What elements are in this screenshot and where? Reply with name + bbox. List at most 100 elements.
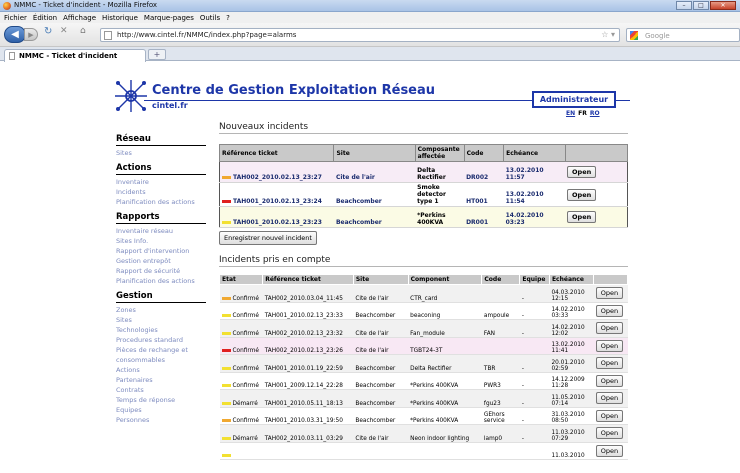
sidebar-link[interactable]: Temps de réponse xyxy=(116,395,206,405)
menu-edition[interactable]: Édition xyxy=(33,14,57,22)
register-incident-button[interactable]: Enregistrer nouvel incident xyxy=(219,231,317,245)
open-button[interactable]: Open xyxy=(595,357,624,370)
sidebar-link[interactable]: Inventaire xyxy=(116,177,206,187)
minimize-button[interactable]: – xyxy=(676,1,692,10)
menu-fichier[interactable]: Fichier xyxy=(4,14,27,22)
column-header: Référence ticket xyxy=(262,274,354,285)
google-icon[interactable] xyxy=(630,31,638,40)
open-button[interactable]: Open xyxy=(595,374,624,387)
menu-help[interactable]: ? xyxy=(226,14,230,22)
open-button[interactable]: Open xyxy=(595,427,624,440)
incident-row[interactable]: Démarré TAH001_2010.05.11_18:13 Beachcombe… xyxy=(219,389,628,408)
close-button[interactable]: ✕ xyxy=(710,1,736,10)
ticket-ref-cell[interactable]: TAH001_2010.02.13_23:24 xyxy=(219,182,334,207)
sidebar-link[interactable]: Contrats xyxy=(116,385,206,395)
address-bar[interactable]: http://www.cintel.fr/NMMC/index.php?page… xyxy=(100,28,620,42)
incident-row[interactable]: Démarré TAH002_2010.03.11_03:29 Cite de l'… xyxy=(219,424,628,443)
ticket-ref-cell[interactable]: TAH002_2010.02.13_23:32 xyxy=(262,319,354,338)
sidebar-link[interactable]: Equipes xyxy=(116,405,206,415)
lang-ro[interactable]: RO xyxy=(590,110,600,117)
menu-historique[interactable]: Historique xyxy=(102,14,138,22)
ticket-ref-cell[interactable]: TAH001_2010.05.11_18:13 xyxy=(262,389,354,408)
incident-row[interactable]: Confirmé TAH002_2010.02.13_23:26 Cite de l… xyxy=(219,337,628,355)
state-cell: Confirmé xyxy=(219,284,263,303)
sidebar-link[interactable]: Technologies xyxy=(116,325,206,335)
team-cell: - xyxy=(519,302,550,320)
column-header: Composante affectée xyxy=(414,144,465,162)
priority-indicator xyxy=(222,221,231,224)
incident-row[interactable]: Confirmé TAH002_2010.03.04_11:45 Cite de l… xyxy=(219,284,628,303)
sidebar-link[interactable]: Sites Info. xyxy=(116,236,206,246)
open-button[interactable]: Open xyxy=(595,409,624,422)
sidebar-link[interactable]: Personnes xyxy=(116,415,206,425)
home-icon[interactable]: ⌂ xyxy=(80,26,86,36)
open-button[interactable]: Open xyxy=(595,304,624,317)
sidebar-link[interactable]: Partenaires xyxy=(116,375,206,385)
ticket-ref-cell[interactable]: TAH001_2010.03.31_19:50 xyxy=(262,407,354,425)
open-button[interactable]: Open xyxy=(595,392,624,405)
back-button[interactable]: ◀ xyxy=(4,26,26,43)
action-cell: Open xyxy=(593,442,628,460)
sidebar-link[interactable]: Planification des actions xyxy=(116,197,206,207)
sidebar-link[interactable]: Procedures standard xyxy=(116,335,206,345)
sidebar-link[interactable]: Sites xyxy=(116,148,206,158)
open-button[interactable]: Open xyxy=(595,444,624,457)
incident-row[interactable]: Confirmé TAH001_2010.01.19_22:59 Beachcomb… xyxy=(219,354,628,373)
menu-marque-pages[interactable]: Marque-pages xyxy=(144,14,194,22)
ticket-ref-cell[interactable]: TAH001_2009.12.14_22:28 xyxy=(262,372,354,390)
open-button[interactable]: Open xyxy=(567,166,597,178)
maximize-button[interactable]: □ xyxy=(693,1,709,10)
open-button[interactable]: Open xyxy=(567,188,597,201)
sidebar-link[interactable]: Rapport de sécurité xyxy=(116,266,206,276)
incident-row[interactable]: TAH001_2010.02.13_23:24 Beachcomber Smoke … xyxy=(219,182,628,207)
menu-outils[interactable]: Outils xyxy=(200,14,220,22)
tab-title[interactable]: NMMC - Ticket d'incident xyxy=(19,52,117,60)
component-cell: beaconing xyxy=(408,302,482,320)
bookmark-star-icon[interactable]: ☆ ▾ xyxy=(601,30,615,39)
code-cell: TBR xyxy=(481,354,520,373)
incident-row[interactable]: TAH001_2010.02.13_23:23 Beachcomber *Perki… xyxy=(219,206,628,228)
sidebar-link[interactable]: Actions xyxy=(116,365,206,375)
new-tab-button[interactable]: + xyxy=(148,49,166,60)
ticket-ref-cell[interactable]: TAH002_2010.03.04_11:45 xyxy=(262,284,354,303)
lang-en[interactable]: EN xyxy=(566,110,575,117)
priority-indicator xyxy=(221,419,231,422)
ticket-ref-cell[interactable]: TAH001_2010.02.13_23:33 xyxy=(262,302,354,320)
ticket-ref-cell[interactable]: TAH002_2010.02.13_23:26 xyxy=(262,337,354,355)
open-button[interactable]: Open xyxy=(567,211,597,223)
ticket-ref-cell[interactable]: TAH002_2010.03.11_03:29 xyxy=(262,424,354,443)
url-text[interactable]: http://www.cintel.fr/NMMC/index.php?page… xyxy=(117,31,296,39)
sidebar-link[interactable]: Inventaire réseau xyxy=(116,226,206,236)
menu-affichage[interactable]: Affichage xyxy=(63,14,96,22)
reload-icon[interactable]: ↻ xyxy=(44,26,52,37)
incident-row[interactable]: Confirmé TAH002_2010.02.13_23:32 Cite de l… xyxy=(219,319,628,338)
incident-row[interactable]: Confirmé TAH001_2010.02.13_23:33 Beachcomb… xyxy=(219,302,628,320)
incident-row[interactable]: TAH002_2010.02.13_23:27 Cite de l'air Delt… xyxy=(219,161,628,183)
action-cell: Open xyxy=(593,372,628,390)
ticket-ref-cell[interactable]: TAH002_2010.02.13_23:27 xyxy=(219,161,334,183)
deadline-cell: 04.03.2010 12:15 xyxy=(549,284,594,303)
tab-active[interactable]: NMMC - Ticket d'incident xyxy=(4,49,146,62)
ticket-ref-cell[interactable]: TAH001_2010.02.13_23:23 xyxy=(219,206,334,228)
header-line-right xyxy=(616,100,630,101)
ticket-ref-cell[interactable] xyxy=(262,442,354,460)
search-bar[interactable]: Google xyxy=(626,28,740,42)
sidebar-link[interactable]: Zones xyxy=(116,305,206,315)
sidebar-link[interactable]: Gestion entrepôt xyxy=(116,256,206,266)
incident-row[interactable]: Confirmé TAH001_2009.12.14_22:28 Beachcomb… xyxy=(219,372,628,390)
search-placeholder[interactable]: Google xyxy=(645,32,670,40)
open-button[interactable]: Open xyxy=(595,287,624,300)
sidebar-link[interactable]: Rapport d'intervention xyxy=(116,246,206,256)
incident-row[interactable]: 11.03.2010 Open xyxy=(219,442,628,460)
sidebar-link[interactable]: Incidents xyxy=(116,187,206,197)
tab-page-icon xyxy=(9,52,15,60)
open-button[interactable]: Open xyxy=(595,339,624,352)
forward-button[interactable]: ▶ xyxy=(24,28,38,41)
sidebar-link[interactable]: Planification des actions xyxy=(116,276,206,286)
sidebar-link[interactable]: Pièces de rechange et consommables xyxy=(116,345,206,365)
ticket-ref-cell[interactable]: TAH001_2010.01.19_22:59 xyxy=(262,354,354,373)
stop-icon[interactable]: ✕ xyxy=(60,26,68,36)
open-button[interactable]: Open xyxy=(595,322,624,335)
incident-row[interactable]: Confirmé TAH001_2010.03.31_19:50 Beachcomb… xyxy=(219,407,628,425)
sidebar-link[interactable]: Sites xyxy=(116,315,206,325)
